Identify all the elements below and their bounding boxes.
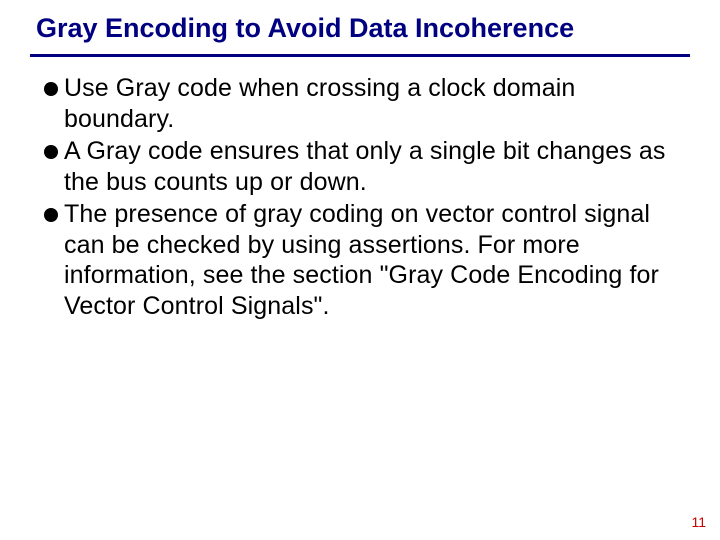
- bullet-text: A Gray code ensures that only a single b…: [64, 136, 676, 197]
- list-item: Use Gray code when crossing a clock doma…: [44, 73, 676, 134]
- list-item: The presence of gray coding on vector co…: [44, 199, 676, 321]
- content-region: Use Gray code when crossing a clock doma…: [0, 57, 720, 321]
- list-item: A Gray code ensures that only a single b…: [44, 136, 676, 197]
- slide: Gray Encoding to Avoid Data Incoherence …: [0, 0, 720, 540]
- bullet-icon: [44, 82, 58, 96]
- bullet-text: The presence of gray coding on vector co…: [64, 199, 676, 321]
- page-number: 11: [691, 514, 706, 530]
- title-region: Gray Encoding to Avoid Data Incoherence: [0, 0, 720, 50]
- bullet-text: Use Gray code when crossing a clock doma…: [64, 73, 676, 134]
- bullet-icon: [44, 145, 58, 159]
- slide-title: Gray Encoding to Avoid Data Incoherence: [36, 12, 690, 44]
- bullet-icon: [44, 208, 58, 222]
